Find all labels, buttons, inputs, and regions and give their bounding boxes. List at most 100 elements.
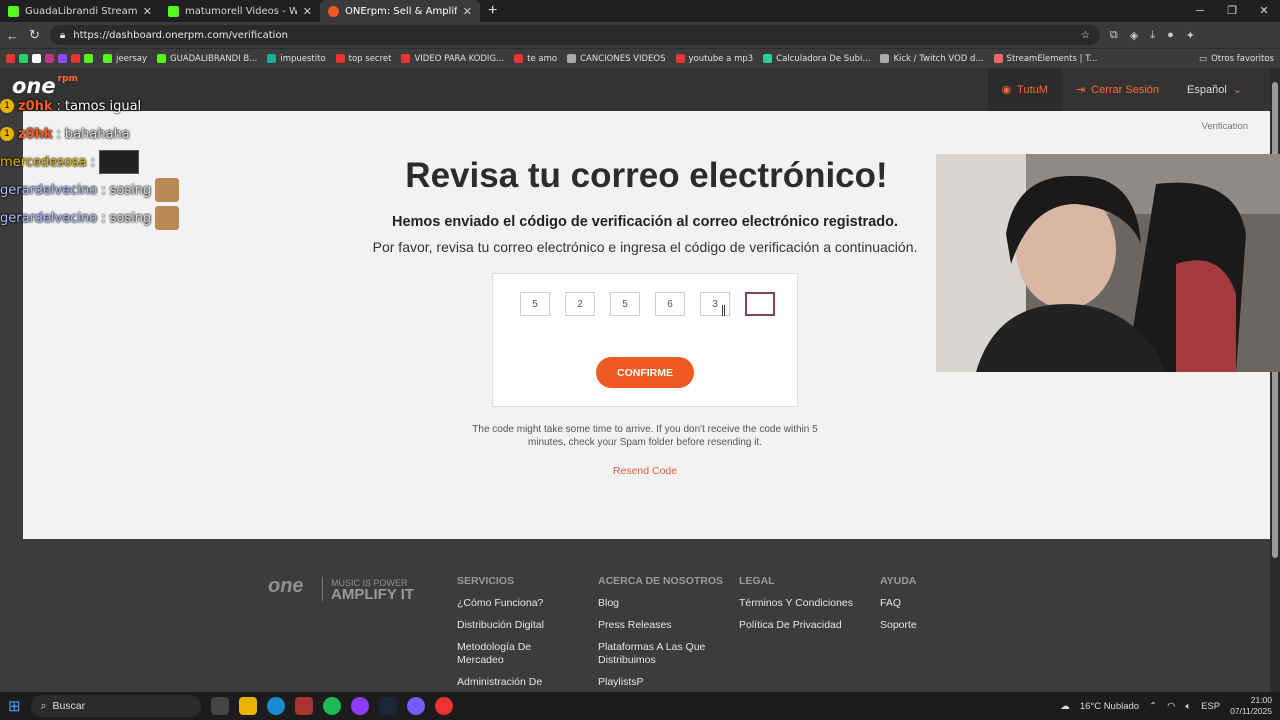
close-icon[interactable]: ✕ [463,5,472,18]
address-toolbar: ← ↻ 🔒︎ https://dashboard.onerpm.com/veri… [0,22,1280,48]
emote-icon [155,206,180,230]
bookmark-item[interactable]: impuestito [267,54,326,64]
footer-link[interactable]: Blog [598,597,728,610]
bookmark-item[interactable]: te amo [514,54,557,64]
bookmark-item[interactable]: CANCIONES VIDEOS [567,54,666,64]
spotify-icon[interactable] [322,697,341,715]
tab-title: GuadaLibrandi Stream - Wat [25,5,137,17]
extension-icon[interactable]: ◈ [1130,29,1138,42]
browser-tools: ⧉ ◈ ⤓ ● ✦ [1110,29,1195,42]
footer-link[interactable]: Plataformas A Las Que Distribuimos [598,641,713,667]
chat-message: gerardelvecino: sosing [0,176,200,204]
url-field[interactable]: 🔒︎ https://dashboard.onerpm.com/verifica… [49,25,1100,45]
code-digit-2[interactable] [565,292,595,316]
url-text: https://dashboard.onerpm.com/verificatio… [73,29,288,41]
wifi-icon[interactable]: ◠ [1167,701,1175,712]
cloud-icon: ☁ [1060,700,1070,712]
footer-link[interactable]: PlaylistsP [598,676,728,689]
app-icon[interactable] [294,697,313,715]
footer-link[interactable]: Términos Y Condiciones [739,597,869,610]
bookmark-item[interactable]: top secret [335,54,391,64]
chevron-up-icon[interactable]: ⌃ [1149,701,1157,712]
lock-icon: 🔒︎ [59,29,66,41]
copilot-icon[interactable]: ✦ [1186,29,1195,42]
breadcrumb: Verification [1201,121,1248,132]
code-digit-3[interactable] [610,292,640,316]
tab-matumorell[interactable]: matumorell Videos - Watch ✕ [160,0,320,22]
bookmark-item[interactable]: youtube a mp3 [675,54,753,64]
code-digit-4[interactable] [655,292,685,316]
bookmark-item[interactable]: GUADALIBRANDI B... [156,54,257,64]
minimize-icon[interactable]: ─ [1184,0,1216,22]
other-bookmarks[interactable]: ▭ Otros favoritos [1199,54,1274,64]
footer-col-legal: LEGAL Términos Y Condiciones Política De… [739,575,869,641]
footer-link[interactable]: FAQ [880,597,1010,610]
badge-icon: 1 [0,99,14,113]
weather-text[interactable]: 16°C Nublado [1080,701,1139,712]
resend-code-link[interactable]: Resend Code [23,465,1267,477]
code-digit-5[interactable] [700,292,730,316]
footer-col-acerca: ACERCA DE NOSOTROS Blog Press Releases P… [598,575,728,692]
windows-start-icon[interactable]: ⊞ [8,697,21,715]
logout-button[interactable]: ⇥ Cerrar Sesión [1062,68,1173,111]
app-icon[interactable] [406,697,425,715]
close-icon[interactable]: ✕ [303,5,312,18]
footer-logo[interactable]: one [268,575,304,598]
code-digit-6[interactable] [745,292,775,316]
refresh-icon[interactable]: ↻ [29,27,40,43]
new-tab-button[interactable]: + [488,2,497,20]
code-form: CONFIRME [492,273,798,407]
footer-link[interactable]: Administración De [457,676,587,689]
footer-link[interactable]: ¿Cómo Funciona? [457,597,587,610]
footer-link[interactable]: Distribución Digital [457,619,587,632]
site-footer: one MUSIC IS POWER AMPLIFY IT SERVICIOS ¿… [0,539,1270,692]
window-controls: ─ ❐ ✕ [1184,0,1280,22]
volume-icon[interactable]: 🔈︎ [1185,701,1191,712]
search-icon: ⌕ [40,699,47,712]
bookmark-icons[interactable] [6,54,93,63]
chat-message: mercedesosa: [0,148,200,176]
emote-icon [155,178,180,202]
footer-link[interactable]: Metodología De Mercadeo [457,641,547,667]
bookmark-item[interactable]: Kick / Twitch VOD d... [880,54,984,64]
confirm-button[interactable]: CONFIRME [596,357,694,388]
bookmark-item[interactable]: VIDEO PARA KODIG... [401,54,504,64]
chevron-down-icon: ⌄ [1232,84,1242,96]
edge-icon[interactable] [266,697,285,715]
onerpm-icon [328,5,339,17]
app-icon[interactable] [434,697,453,715]
language-select[interactable]: Español ⌄ [1173,68,1256,111]
language-indicator[interactable]: ESP [1201,701,1220,712]
app-icon[interactable] [350,697,369,715]
bookmark-item[interactable]: jeersay [103,54,147,64]
back-icon[interactable]: ← [6,28,19,43]
restore-icon[interactable]: ❐ [1216,0,1248,22]
footer-link[interactable]: Press Releases [598,619,728,632]
bookmark-item[interactable]: StreamElements | T... [993,54,1097,64]
extensions-icon[interactable]: ⧉ [1110,29,1118,42]
text-cursor-icon [722,305,725,316]
chat-message: gerardelvecino: sosing [0,204,200,232]
star-icon[interactable]: ☆ [1081,30,1090,41]
bookmark-item[interactable]: Calculadora De Subi... [763,54,870,64]
user-menu[interactable]: ◉ TutuM [987,68,1062,111]
taskbar-search[interactable]: ⌕ Buscar [30,695,201,717]
profile-icon[interactable]: ● [1167,29,1174,42]
code-inputs [520,292,775,316]
task-view-icon[interactable] [210,697,229,715]
clock[interactable]: 21:00 07/11/2025 [1230,695,1272,717]
tab-guadalibrandi[interactable]: GuadaLibrandi Stream - Wat ✕ [0,0,160,22]
footer-col-ayuda: AYUDA FAQ Soporte [880,575,1010,641]
close-window-icon[interactable]: ✕ [1248,0,1280,22]
download-icon[interactable]: ⤓ [1150,29,1155,42]
close-icon[interactable]: ✕ [143,5,152,18]
code-digit-1[interactable] [520,292,550,316]
footer-link[interactable]: Política De Privacidad [739,619,869,632]
file-explorer-icon[interactable] [238,697,257,715]
header-nav: ◉ TutuM ⇥ Cerrar Sesión Español ⌄ [987,68,1256,111]
footer-link[interactable]: Soporte [880,619,1010,632]
stream-chat-overlay: 1 z0hk: tamos igual 1 z0hk: bahahaha mercede… [0,92,200,232]
steam-icon[interactable] [378,697,397,715]
logout-icon: ⇥ [1075,84,1086,96]
tab-onerpm[interactable]: ONErpm: Sell & Amplify Your Mu ✕ [320,0,480,22]
